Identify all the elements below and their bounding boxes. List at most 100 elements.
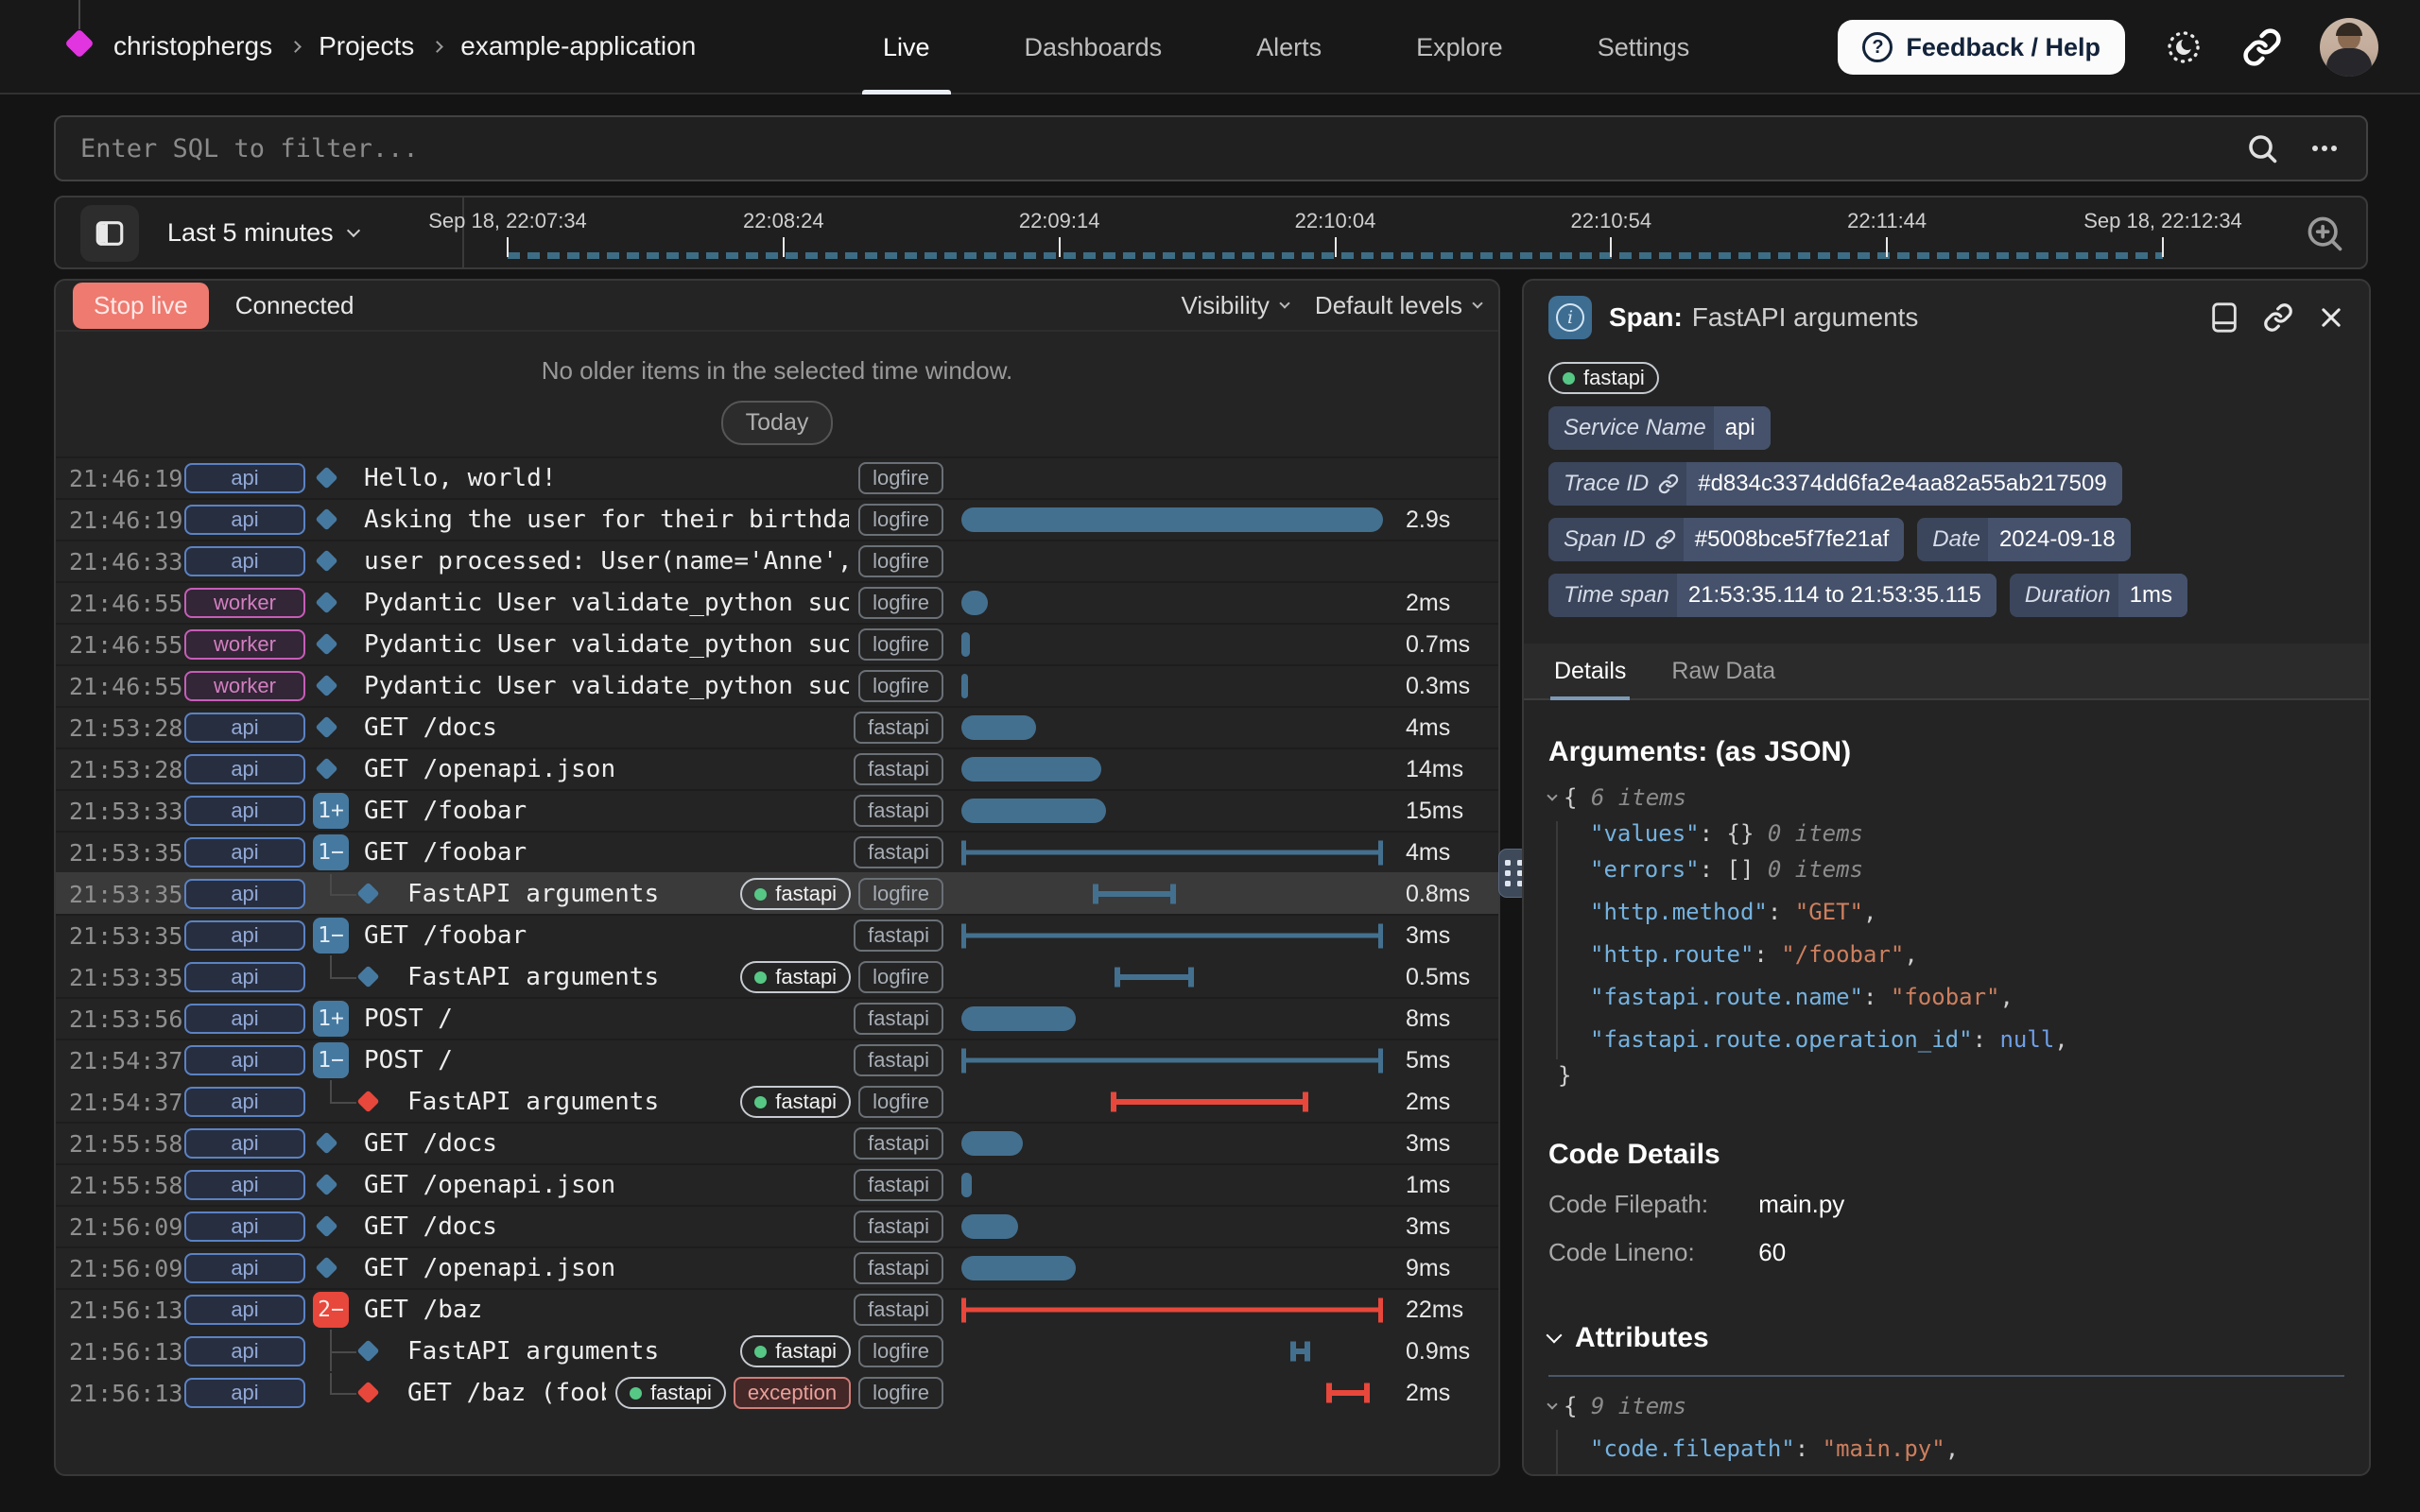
service-badge-api[interactable]: api bbox=[184, 920, 305, 951]
service-badge-api[interactable]: api bbox=[184, 837, 305, 868]
tag-logfire[interactable]: logfire bbox=[858, 961, 943, 993]
service-badge-api[interactable]: api bbox=[184, 1087, 305, 1117]
log-row[interactable]: 21:56:09apiGET /openapi.jsonfastapi9ms bbox=[56, 1246, 1498, 1288]
tag-fastapi[interactable]: fastapi bbox=[854, 919, 943, 952]
tag-fastapi[interactable]: fastapi bbox=[854, 1003, 943, 1035]
log-row[interactable]: 21:46:19apiAsking the user for their bir… bbox=[56, 498, 1498, 540]
tag-logfire[interactable]: logfire bbox=[858, 1377, 943, 1409]
service-badge-api[interactable]: api bbox=[184, 1128, 305, 1159]
close-icon[interactable] bbox=[2318, 304, 2344, 331]
tag-fastapi[interactable]: fastapi bbox=[854, 712, 943, 744]
copy-link-icon[interactable] bbox=[2263, 302, 2293, 333]
tab-live[interactable]: Live bbox=[870, 0, 943, 94]
more-options-icon[interactable] bbox=[2308, 131, 2342, 165]
log-row[interactable]: 21:54:37api1−POST /fastapi5ms bbox=[56, 1039, 1498, 1080]
breadcrumb-item[interactable]: Projects bbox=[319, 31, 414, 61]
sql-filter-input[interactable] bbox=[80, 134, 2245, 163]
expand-toggle[interactable]: 1+ bbox=[313, 1001, 349, 1037]
expand-toggle[interactable]: 1− bbox=[313, 834, 349, 870]
tag-fastapi[interactable]: fastapi bbox=[854, 1252, 943, 1284]
service-badge-api[interactable]: api bbox=[184, 1211, 305, 1242]
logfire-logo[interactable] bbox=[62, 0, 96, 94]
tab-dashboards[interactable]: Dashboards bbox=[1011, 0, 1176, 94]
service-badge-api[interactable]: api bbox=[184, 1336, 305, 1366]
breadcrumb-item[interactable]: example-application bbox=[460, 31, 696, 61]
tag-logfire[interactable]: logfire bbox=[858, 504, 943, 536]
tag-logfire[interactable]: logfire bbox=[858, 545, 943, 577]
tag-logfire[interactable]: logfire bbox=[858, 1086, 943, 1118]
tag-logfire[interactable]: logfire bbox=[858, 670, 943, 702]
tag-fastapi[interactable]: fastapi bbox=[740, 961, 851, 993]
chip-trace-id[interactable]: Trace ID#d834c3374dd6fa2e4aa82a55ab21750… bbox=[1548, 462, 2122, 506]
tab-explore[interactable]: Explore bbox=[1403, 0, 1516, 94]
chevron-down-icon[interactable] bbox=[1547, 790, 1557, 800]
tag-fastapi[interactable]: fastapi bbox=[854, 1211, 943, 1243]
tab-alerts[interactable]: Alerts bbox=[1243, 0, 1335, 94]
detail-tab-raw-data[interactable]: Raw Data bbox=[1668, 644, 1779, 698]
log-row[interactable]: 21:53:35apiFastAPI argumentsfastapilogfi… bbox=[56, 955, 1498, 997]
tag-fastapi[interactable]: fastapi bbox=[854, 1044, 943, 1076]
service-badge-api[interactable]: api bbox=[184, 879, 305, 909]
log-row[interactable]: 21:46:19apiHello, world!logfire bbox=[56, 456, 1498, 498]
tag-fastapi[interactable]: fastapi bbox=[1548, 362, 1659, 394]
log-row[interactable]: 21:56:13api2−GET /bazfastapi22ms bbox=[56, 1288, 1498, 1330]
tag-fastapi[interactable]: fastapi bbox=[854, 1127, 943, 1160]
search-icon[interactable] bbox=[2245, 131, 2279, 165]
tag-logfire[interactable]: logfire bbox=[858, 587, 943, 619]
theme-toggle-icon[interactable] bbox=[2163, 26, 2204, 68]
tag-fastapi[interactable]: fastapi bbox=[740, 1086, 851, 1118]
log-row[interactable]: 21:55:58apiGET /docsfastapi3ms bbox=[56, 1122, 1498, 1163]
service-badge-api[interactable]: api bbox=[184, 796, 305, 826]
service-badge-api[interactable]: api bbox=[184, 1170, 305, 1200]
visibility-dropdown[interactable]: Visibility bbox=[1181, 291, 1288, 320]
today-button[interactable]: Today bbox=[721, 401, 834, 445]
feedback-help-button[interactable]: ? Feedback / Help bbox=[1838, 20, 2125, 75]
share-link-icon[interactable] bbox=[2242, 27, 2282, 67]
log-row[interactable]: 21:46:55workerPydantic User validate_pyt… bbox=[56, 581, 1498, 623]
stop-live-button[interactable]: Stop live bbox=[73, 283, 209, 329]
tag-fastapi[interactable]: fastapi bbox=[740, 1335, 851, 1367]
tag-logfire[interactable]: logfire bbox=[858, 628, 943, 661]
log-row[interactable]: 21:53:28apiGET /openapi.jsonfastapi14ms bbox=[56, 747, 1498, 789]
log-row[interactable]: 21:53:28apiGET /docsfastapi4ms bbox=[56, 706, 1498, 747]
open-drawer-icon[interactable] bbox=[2210, 301, 2238, 334]
log-row[interactable]: 21:46:55workerPydantic User validate_pyt… bbox=[56, 664, 1498, 706]
log-row[interactable]: 21:53:35api1−GET /foobarfastapi4ms bbox=[56, 831, 1498, 872]
tag-logfire[interactable]: logfire bbox=[858, 878, 943, 910]
service-badge-api[interactable]: api bbox=[184, 1004, 305, 1034]
user-avatar[interactable] bbox=[2320, 18, 2378, 77]
expand-toggle[interactable]: 1− bbox=[313, 918, 349, 954]
tag-fastapi[interactable]: fastapi bbox=[854, 1169, 943, 1201]
service-badge-api[interactable]: api bbox=[184, 754, 305, 784]
log-row[interactable]: 21:46:33apiuser processed: User(name='An… bbox=[56, 540, 1498, 581]
log-row[interactable]: 21:53:33api1+GET /foobarfastapi15ms bbox=[56, 789, 1498, 831]
tag-fastapi[interactable]: fastapi bbox=[854, 753, 943, 785]
expand-toggle[interactable]: 1+ bbox=[313, 793, 349, 829]
tag-logfire[interactable]: logfire bbox=[858, 462, 943, 494]
log-row[interactable]: 21:56:13apiFastAPI argumentsfastapilogfi… bbox=[56, 1330, 1498, 1371]
chevron-down-icon[interactable] bbox=[1547, 1328, 1563, 1344]
log-row[interactable]: 21:53:35apiFastAPI argumentsfastapilogfi… bbox=[56, 872, 1498, 914]
service-badge-api[interactable]: api bbox=[184, 546, 305, 576]
service-badge-worker[interactable]: worker bbox=[184, 629, 305, 660]
log-row[interactable]: 21:53:56api1+POST /fastapi8ms bbox=[56, 997, 1498, 1039]
log-row[interactable]: 21:54:37apiFastAPI argumentsfastapilogfi… bbox=[56, 1080, 1498, 1122]
service-badge-worker[interactable]: worker bbox=[184, 671, 305, 701]
log-row[interactable]: 21:56:09apiGET /docsfastapi3ms bbox=[56, 1205, 1498, 1246]
service-badge-api[interactable]: api bbox=[184, 1378, 305, 1408]
chevron-down-icon[interactable] bbox=[1547, 1399, 1557, 1409]
service-badge-api[interactable]: api bbox=[184, 1295, 305, 1325]
tag-fastapi[interactable]: fastapi bbox=[854, 795, 943, 827]
time-range-selector[interactable]: Last 5 minutes bbox=[167, 198, 358, 267]
service-badge-api[interactable]: api bbox=[184, 505, 305, 535]
tag-fastapi[interactable]: fastapi bbox=[615, 1377, 726, 1409]
service-badge-api[interactable]: api bbox=[184, 1045, 305, 1075]
log-row[interactable]: 21:53:35api1−GET /foobarfastapi3ms bbox=[56, 914, 1498, 955]
service-badge-worker[interactable]: worker bbox=[184, 588, 305, 618]
tag-logfire[interactable]: logfire bbox=[858, 1335, 943, 1367]
log-row[interactable]: 21:46:55workerPydantic User validate_pyt… bbox=[56, 623, 1498, 664]
expand-toggle[interactable]: 2− bbox=[313, 1292, 349, 1328]
tag-fastapi[interactable]: fastapi bbox=[854, 836, 943, 868]
detail-tab-details[interactable]: Details bbox=[1550, 644, 1630, 700]
expand-toggle[interactable]: 1− bbox=[313, 1042, 349, 1078]
